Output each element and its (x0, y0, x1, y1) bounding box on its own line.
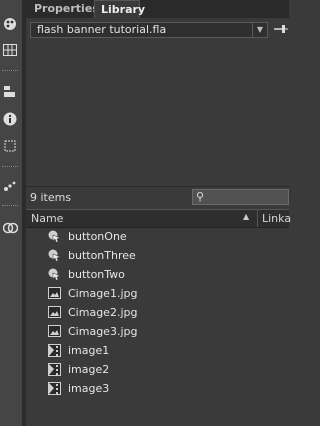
list-item-label: Cimage1.jpg (68, 287, 138, 300)
list-item-label: image3 (68, 382, 110, 395)
info-icon[interactable] (2, 111, 18, 127)
bitmap-icon (48, 287, 61, 300)
list-item-label: image2 (68, 363, 110, 376)
document-name: flash banner tutorial.fla (37, 23, 167, 36)
grid-icon[interactable] (2, 42, 18, 58)
column-name[interactable]: Name (31, 212, 63, 225)
list-item[interactable]: buttonThree (26, 246, 289, 265)
tab-properties[interactable]: Properties (28, 0, 99, 18)
list-item-label: image1 (68, 344, 110, 357)
dock-grip[interactable] (2, 205, 18, 208)
dock-grip[interactable] (2, 166, 18, 169)
list-item[interactable]: buttonOne (26, 227, 289, 246)
button-symbol-icon (48, 268, 61, 281)
chevron-down-icon[interactable]: ▼ (252, 23, 267, 37)
list-item-label: buttonThree (68, 249, 136, 262)
list-item[interactable]: buttonTwo (26, 265, 289, 284)
color-palette-icon[interactable] (2, 16, 18, 32)
pin-icon[interactable] (274, 23, 289, 37)
button-symbol-icon (48, 249, 61, 262)
movieclip-symbol-icon (48, 382, 61, 395)
list-item[interactable]: image2 (26, 360, 289, 379)
items-bar: 9 items ⚲ (26, 186, 289, 209)
document-bar: flash banner tutorial.fla ▼ (26, 20, 289, 42)
sort-asc-icon[interactable]: ▲ (243, 212, 249, 221)
list-item[interactable]: Cimage3.jpg (26, 322, 289, 341)
brush-icon[interactable] (2, 178, 18, 194)
movieclip-symbol-icon (48, 363, 61, 376)
list-item-label: Cimage2.jpg (68, 306, 138, 319)
library-list: buttonOne buttonThree buttonTwo Cimage1.… (26, 227, 289, 398)
panel-tabs: Properties Library (26, 0, 289, 18)
tab-library[interactable]: Library (94, 0, 145, 18)
list-item[interactable]: Cimage2.jpg (26, 303, 289, 322)
dock-grip[interactable] (2, 70, 18, 73)
swatch-icon[interactable] (2, 220, 18, 236)
bitmap-icon (48, 306, 61, 319)
list-item-label: Cimage3.jpg (68, 325, 138, 338)
list-item[interactable]: image3 (26, 379, 289, 398)
movieclip-symbol-icon (48, 344, 61, 357)
document-select[interactable]: flash banner tutorial.fla ▼ (30, 22, 268, 38)
search-icon: ⚲ (196, 190, 205, 203)
column-divider[interactable] (257, 210, 258, 227)
bitmap-icon (48, 325, 61, 338)
item-preview-area (26, 44, 289, 184)
button-symbol-icon (48, 230, 61, 243)
column-linkage[interactable]: Linka (262, 212, 291, 225)
dock-toolstrip (0, 0, 23, 426)
transform-icon[interactable] (2, 138, 18, 154)
item-count: 9 items (30, 191, 72, 204)
library-panel: Properties Library flash banner tutorial… (26, 0, 291, 426)
column-header: Name ▲ Linka (26, 209, 291, 228)
list-item-label: buttonTwo (68, 268, 125, 281)
list-item[interactable]: Cimage1.jpg (26, 284, 289, 303)
list-item-label: buttonOne (68, 230, 127, 243)
search-input[interactable]: ⚲ (192, 189, 289, 205)
align-icon[interactable] (2, 84, 18, 100)
list-item[interactable]: image1 (26, 341, 289, 360)
